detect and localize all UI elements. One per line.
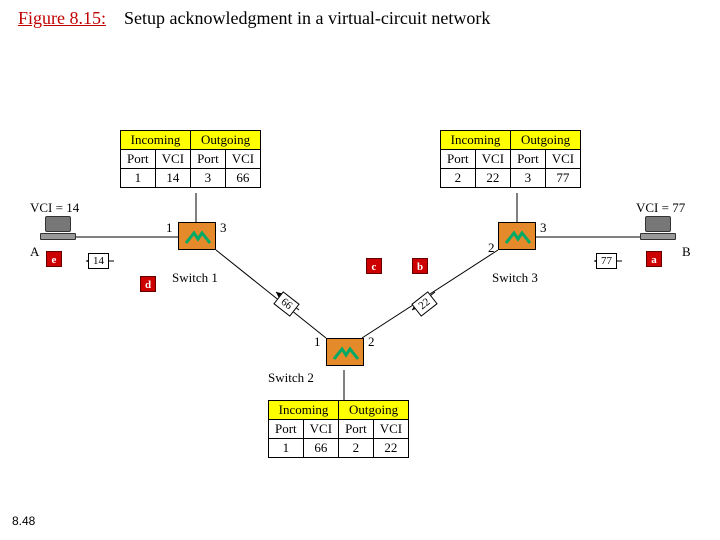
ack-tag-a: a xyxy=(646,251,662,267)
switch2-port-right: 2 xyxy=(368,334,375,350)
switch3-port-right: 3 xyxy=(540,220,547,236)
ack-packet-e-vci: 14 xyxy=(88,253,109,269)
col-port: Port xyxy=(269,420,304,439)
network-links xyxy=(0,0,720,540)
host-b-name: B xyxy=(682,244,691,260)
cell: 77 xyxy=(545,169,580,188)
cell: 14 xyxy=(155,169,190,188)
laptop-icon xyxy=(640,216,676,242)
cell: 2 xyxy=(441,169,476,188)
page-number: 8.48 xyxy=(12,514,35,528)
switch1-port-right: 3 xyxy=(220,220,227,236)
cell: 2 xyxy=(339,439,374,458)
switch1-port-left: 1 xyxy=(166,220,173,236)
cell: 66 xyxy=(303,439,338,458)
table-header-incoming: Incoming xyxy=(121,131,191,150)
cell: 3 xyxy=(511,169,546,188)
col-port: Port xyxy=(511,150,546,169)
switch1-label: Switch 1 xyxy=(172,270,218,286)
laptop-icon xyxy=(40,216,76,242)
ack-tag-e: e xyxy=(46,251,62,267)
routing-table-switch3: IncomingOutgoing PortVCIPortVCI 222377 xyxy=(440,130,581,188)
ack-tag-b: b xyxy=(412,258,428,274)
cell: 1 xyxy=(121,169,156,188)
host-b-vci-label: VCI = 77 xyxy=(636,200,685,216)
switch3-port-left: 2 xyxy=(488,240,495,256)
col-port: Port xyxy=(121,150,156,169)
cell: 22 xyxy=(373,439,408,458)
table-header-incoming: Incoming xyxy=(441,131,511,150)
col-vci: VCI xyxy=(545,150,580,169)
cell: 1 xyxy=(269,439,304,458)
diagram-canvas: VCI = 14 A VCI = 77 B 1 3 Switch 1 1 2 S… xyxy=(0,0,720,540)
col-port: Port xyxy=(339,420,374,439)
col-vci: VCI xyxy=(303,420,338,439)
host-a-name: A xyxy=(30,244,39,260)
col-vci: VCI xyxy=(155,150,190,169)
routing-table-switch2: IncomingOutgoing PortVCIPortVCI 166222 xyxy=(268,400,409,458)
host-a-vci-label: VCI = 14 xyxy=(30,200,79,216)
cell: 22 xyxy=(475,169,510,188)
table-header-incoming: Incoming xyxy=(269,401,339,420)
col-port: Port xyxy=(441,150,476,169)
ack-packet-a-vci: 77 xyxy=(596,253,617,269)
table-header-outgoing: Outgoing xyxy=(339,401,409,420)
cell: 66 xyxy=(225,169,260,188)
ack-tag-c: c xyxy=(366,258,382,274)
col-vci: VCI xyxy=(225,150,260,169)
cell: 3 xyxy=(191,169,226,188)
table-header-outgoing: Outgoing xyxy=(191,131,261,150)
switch3-label: Switch 3 xyxy=(492,270,538,286)
switch2-label: Switch 2 xyxy=(268,370,314,386)
switch-icon xyxy=(326,338,364,366)
ack-tag-d: d xyxy=(140,276,156,292)
col-vci: VCI xyxy=(373,420,408,439)
table-header-outgoing: Outgoing xyxy=(511,131,581,150)
col-port: Port xyxy=(191,150,226,169)
switch-icon xyxy=(178,222,216,250)
switch2-port-left: 1 xyxy=(314,334,321,350)
switch-icon xyxy=(498,222,536,250)
col-vci: VCI xyxy=(475,150,510,169)
routing-table-switch1: IncomingOutgoing PortVCIPortVCI 114366 xyxy=(120,130,261,188)
